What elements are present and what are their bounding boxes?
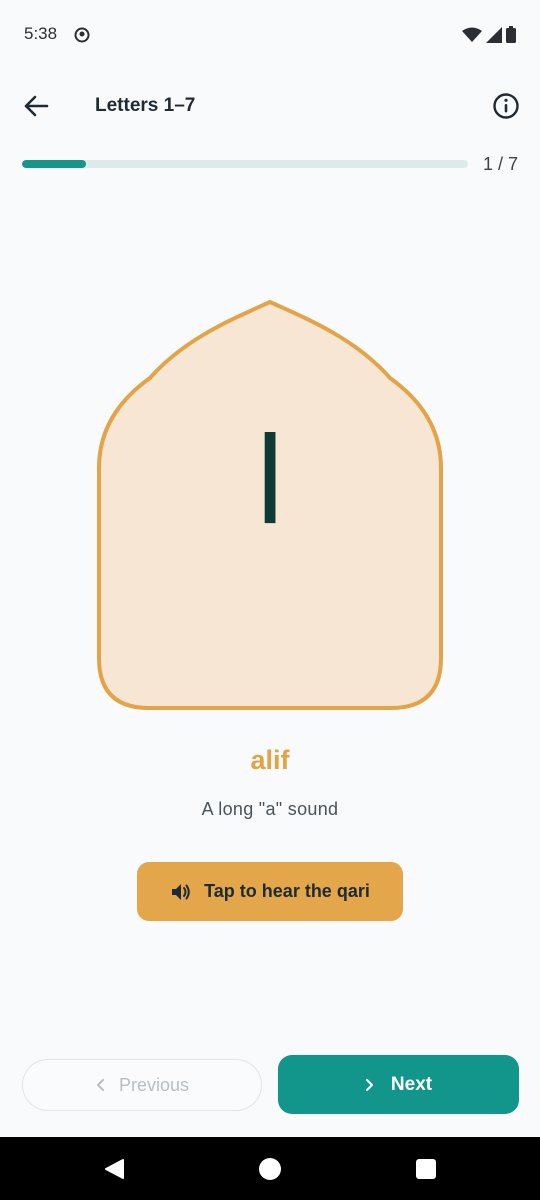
letter-description: A long "a" sound <box>201 799 339 819</box>
status-time: 5:38 <box>24 24 58 43</box>
info-icon <box>493 93 519 119</box>
square-recents-icon <box>416 1159 436 1179</box>
app-notification-icon <box>74 27 90 43</box>
previous-button[interactable]: Previous <box>22 1059 262 1111</box>
previous-label: Previous <box>118 1074 190 1095</box>
circle-home-icon <box>259 1158 281 1180</box>
letter-name: alif <box>250 745 290 775</box>
app-bar: Letters 1–7 <box>0 80 540 130</box>
next-button[interactable]: Next <box>278 1055 519 1114</box>
arrow-left-icon <box>24 95 49 117</box>
arabic-letter: ا <box>253 413 287 552</box>
back-button[interactable] <box>18 88 54 124</box>
chevron-left-icon <box>96 1079 104 1091</box>
play-audio-button[interactable]: Tap to hear the qari <box>137 862 403 921</box>
nav-recents-button[interactable] <box>412 1155 440 1183</box>
nav-back-button[interactable] <box>100 1155 128 1183</box>
wifi-icon <box>462 27 482 42</box>
page-title: Letters 1–7 <box>95 95 196 116</box>
progress-fill <box>22 160 86 168</box>
letter-card[interactable]: ا <box>95 298 445 712</box>
chevron-right-icon <box>365 1078 373 1091</box>
progress-label: 1 / 7 <box>482 154 518 174</box>
system-nav-bar <box>0 1137 540 1200</box>
info-button[interactable] <box>488 88 524 124</box>
speaker-icon <box>172 883 190 900</box>
triangle-back-icon <box>105 1159 124 1179</box>
signal-icon <box>486 26 502 43</box>
nav-home-button[interactable] <box>256 1155 284 1183</box>
next-label: Next <box>390 1073 433 1095</box>
audio-button-label: Tap to hear the qari <box>204 881 370 901</box>
status-bar: 5:38 <box>0 0 540 70</box>
progress-bar <box>22 160 468 168</box>
battery-icon <box>506 26 516 43</box>
status-icons <box>462 26 516 43</box>
